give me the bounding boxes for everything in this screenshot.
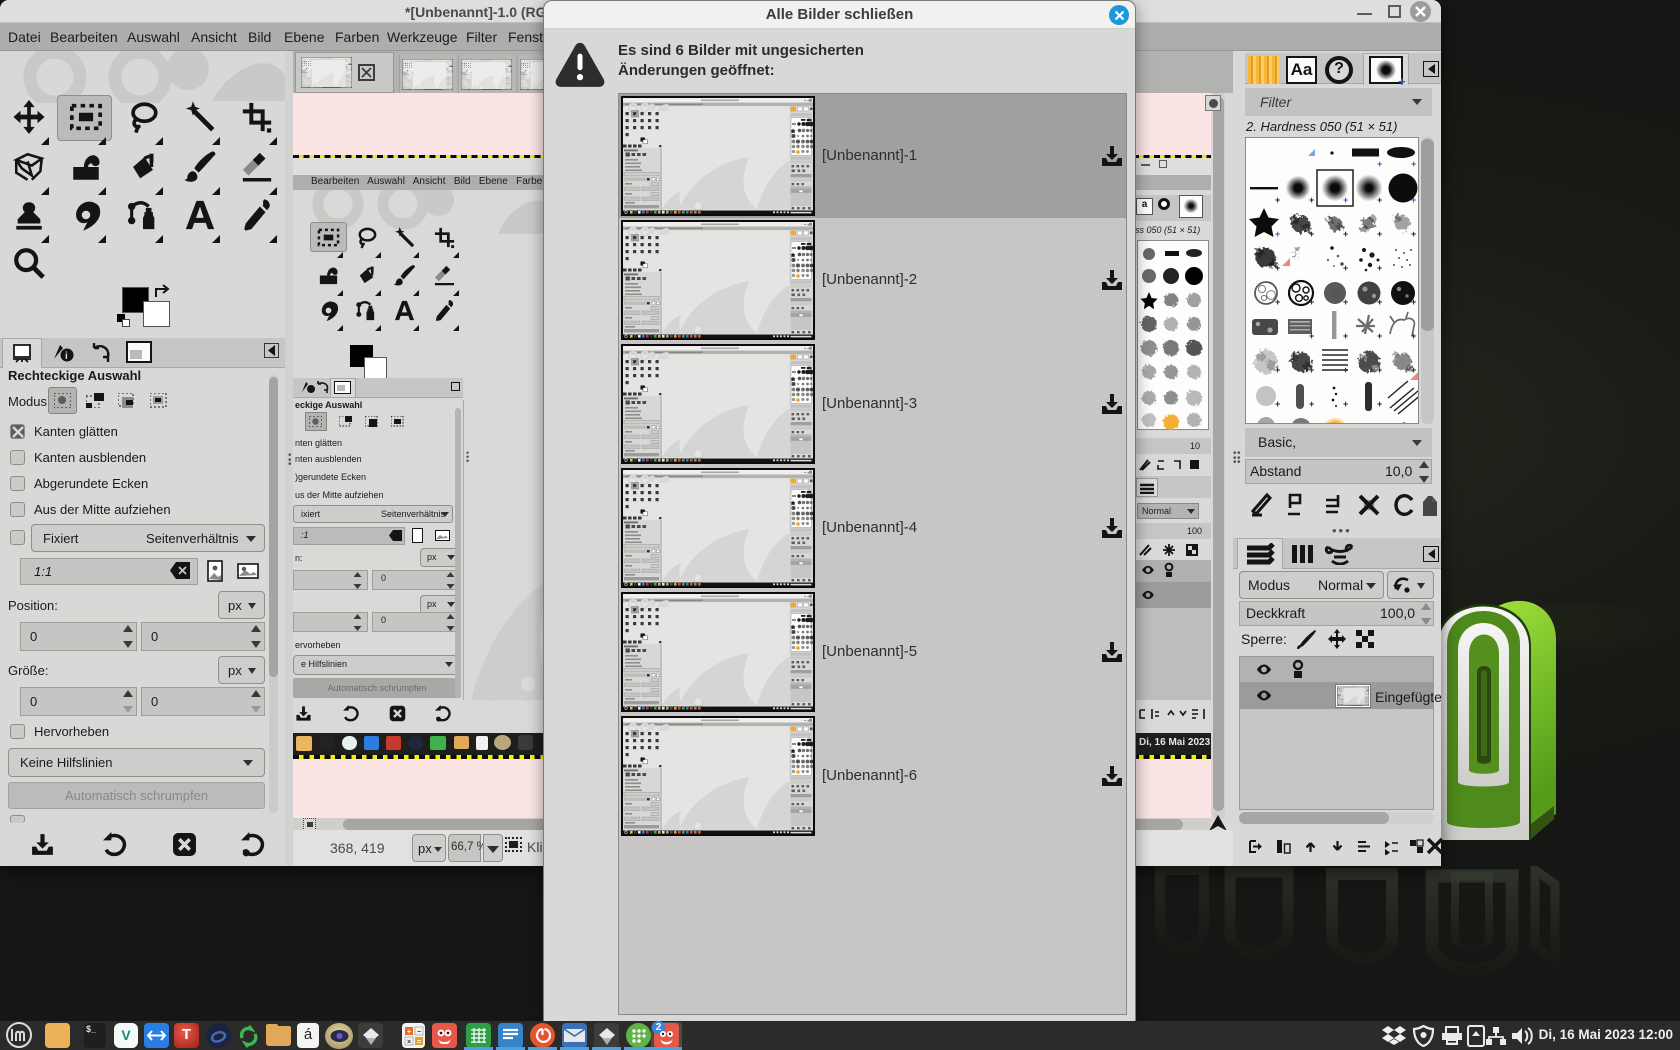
svg-text:+: + xyxy=(1309,331,1314,341)
svg-text:+: + xyxy=(1343,399,1348,409)
svg-text:+: + xyxy=(1275,195,1280,205)
svg-text:+: + xyxy=(1275,365,1280,375)
svg-text:+: + xyxy=(1309,195,1314,205)
svg-text:+: + xyxy=(1411,297,1416,307)
svg-text:+: + xyxy=(1411,331,1416,341)
svg-text:−: − xyxy=(417,1029,421,1036)
svg-text:+: + xyxy=(1309,229,1314,239)
svg-text:+: + xyxy=(1377,399,1382,409)
svg-text:+: + xyxy=(1343,365,1348,375)
svg-text:+: + xyxy=(1411,195,1416,205)
svg-text:+: + xyxy=(1343,229,1348,239)
svg-text:+: + xyxy=(1343,263,1348,273)
svg-text:+: + xyxy=(1377,297,1382,307)
svg-text:+: + xyxy=(1411,365,1416,375)
svg-text:+: + xyxy=(1343,331,1348,341)
svg-text:+: + xyxy=(1377,331,1382,341)
svg-text:+: + xyxy=(1411,159,1416,169)
svg-text:+: + xyxy=(1309,297,1314,307)
svg-text:+: + xyxy=(1275,263,1280,273)
svg-text:+: + xyxy=(1309,399,1314,409)
svg-text:×: × xyxy=(407,1039,411,1046)
svg-text:+: + xyxy=(1377,229,1382,239)
svg-text:+: + xyxy=(1275,399,1280,409)
svg-text:+: + xyxy=(1275,229,1280,239)
svg-text:+: + xyxy=(1309,365,1314,375)
svg-text:+: + xyxy=(1377,195,1382,205)
svg-text:+: + xyxy=(1377,159,1382,169)
svg-text:+: + xyxy=(1411,229,1416,239)
svg-text:+: + xyxy=(1377,263,1382,273)
svg-text:+: + xyxy=(1275,297,1280,307)
svg-text:+: + xyxy=(407,1029,411,1036)
svg-text:+: + xyxy=(1343,195,1348,205)
svg-text:+: + xyxy=(1343,297,1348,307)
svg-text:+: + xyxy=(1377,365,1382,375)
svg-text:=: = xyxy=(417,1039,421,1046)
svg-text:i: i xyxy=(65,351,68,362)
